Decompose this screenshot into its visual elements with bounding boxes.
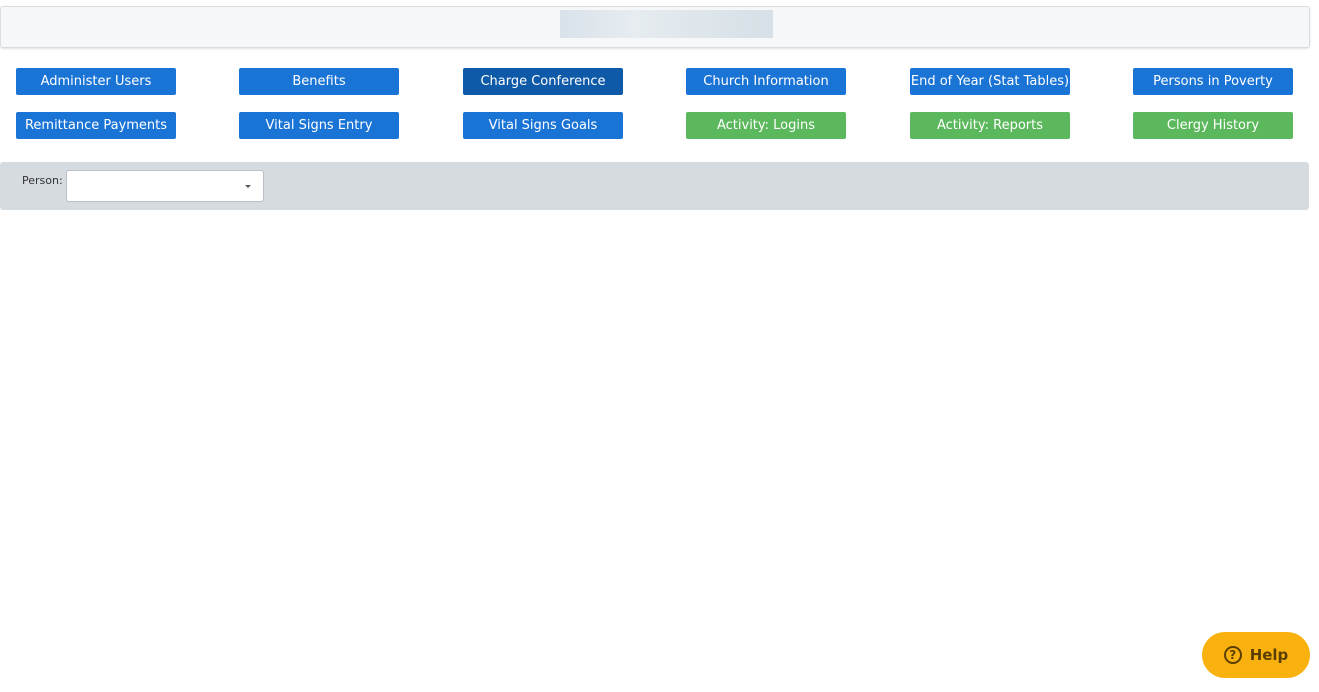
vital-signs-entry-button[interactable]: Vital Signs Entry	[239, 112, 399, 139]
administer-users-button[interactable]: Administer Users	[16, 68, 176, 95]
filter-bar: Person:	[0, 162, 1309, 210]
redacted-header-title	[560, 10, 773, 38]
activity-logins-button[interactable]: Activity: Logins	[686, 112, 846, 139]
end-of-year-button[interactable]: End of Year (Stat Tables)	[910, 68, 1070, 95]
remittance-payments-button[interactable]: Remittance Payments	[16, 112, 176, 139]
persons-in-poverty-button[interactable]: Persons in Poverty	[1133, 68, 1293, 95]
chevron-down-icon	[245, 185, 251, 188]
benefits-button[interactable]: Benefits	[239, 68, 399, 95]
activity-reports-button[interactable]: Activity: Reports	[910, 112, 1070, 139]
person-label: Person:	[22, 174, 63, 187]
question-circle-icon: ?	[1223, 646, 1242, 664]
vital-signs-goals-button[interactable]: Vital Signs Goals	[463, 112, 623, 139]
clergy-history-button[interactable]: Clergy History	[1133, 112, 1293, 139]
page: Administer Users Benefits Charge Confere…	[0, 0, 1319, 692]
help-button[interactable]: ? Help	[1202, 632, 1310, 678]
help-label: Help	[1249, 646, 1289, 664]
header-bar	[0, 6, 1310, 48]
person-select[interactable]	[66, 170, 264, 202]
charge-conference-button[interactable]: Charge Conference	[463, 68, 623, 95]
church-information-button[interactable]: Church Information	[686, 68, 846, 95]
